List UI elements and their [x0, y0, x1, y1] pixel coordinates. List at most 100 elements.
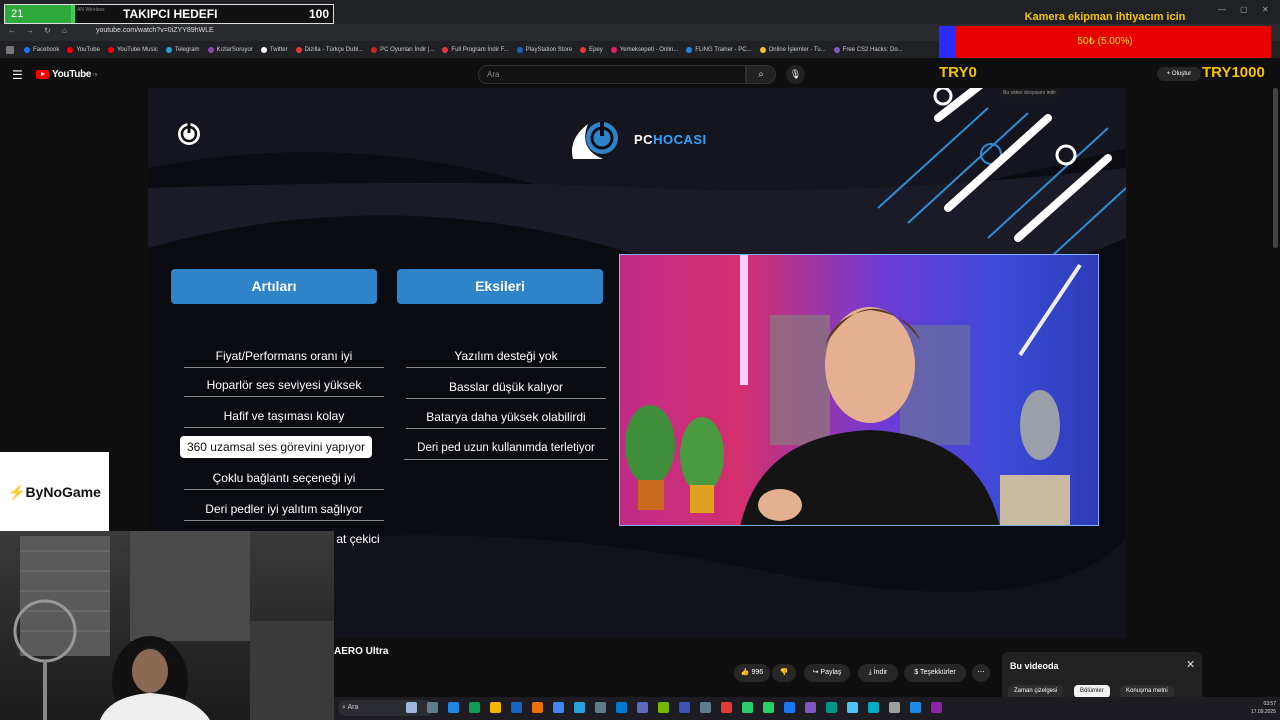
taskbar-app-icon[interactable] [616, 702, 627, 713]
taskbar-app-icon[interactable] [469, 702, 480, 713]
bookmark-label: Full Program İndir F... [451, 46, 509, 53]
bookmark-item[interactable]: Facebook [24, 46, 60, 53]
bookmark-item[interactable]: PlayStation Store [516, 46, 572, 53]
taskbar-app-icon[interactable] [553, 702, 564, 713]
like-button[interactable]: 👍 996 [734, 664, 770, 682]
bookmark-favicon-icon [107, 46, 114, 53]
bookmark-item[interactable]: YouTube [67, 46, 100, 53]
taskbar-app-icon[interactable] [910, 702, 921, 713]
close-icon[interactable]: ✕ [1186, 658, 1195, 671]
taskbar-app-icon[interactable] [742, 702, 753, 713]
bookmark-item[interactable]: Twitter [260, 46, 288, 53]
close-window-icon[interactable]: ✕ [1262, 5, 1269, 14]
brand-suffix: HOCASI [653, 132, 707, 147]
bookmark-item[interactable]: Full Program İndir F... [442, 46, 509, 53]
donation-max-label: TRY1000 [1202, 64, 1265, 81]
search-button[interactable]: ⌕ [746, 65, 776, 84]
sponsor-bolt-icon: ⚡ [8, 484, 26, 500]
taskbar-search-label: Ara [347, 704, 359, 711]
bookmark-item[interactable]: Telegram [165, 46, 200, 53]
youtube-logo[interactable]: YouTube TR [36, 69, 98, 80]
taskbar-search[interactable]: ⌕ Ara [338, 700, 434, 716]
taskbar-app-icon[interactable] [931, 702, 942, 713]
taskbar-app-icon[interactable] [574, 702, 585, 713]
donation-amount: 50₺ (5.00%) [1077, 36, 1133, 47]
bookmark-favicon-icon [371, 46, 378, 53]
taskbar-app-icon[interactable] [637, 702, 648, 713]
clock-date: 17.09.2025 [1250, 709, 1276, 715]
taskbar-app-icon[interactable] [532, 702, 543, 713]
taskbar-clock: 03:57 17.09.2025 [1236, 700, 1276, 716]
cons-header: Eksileri [397, 269, 603, 304]
taskbar-app-icon[interactable] [721, 702, 732, 713]
taskbar-app-icon[interactable] [427, 702, 438, 713]
taskbar-app-icon[interactable] [658, 702, 669, 713]
taskbar-app-icon[interactable] [700, 702, 711, 713]
reload-icon[interactable]: ↻ [44, 26, 51, 35]
like-count: 996 [751, 669, 764, 676]
bookmark-label: YouTube Music [116, 46, 158, 53]
home-icon[interactable]: ⌂ [62, 26, 67, 35]
thanks-button[interactable]: $ Teşekkürler [904, 664, 966, 682]
taskbar-app-icon[interactable] [847, 702, 858, 713]
bookmark-item[interactable]: Dizilla - Türkçe Dubl... [295, 46, 364, 53]
minimize-icon[interactable]: — [1218, 5, 1226, 14]
bookmark-item[interactable]: FLiNG Trainer - PC... [686, 46, 752, 53]
taskbar-app-icon[interactable] [889, 702, 900, 713]
bookmark-item[interactable]: KızlarSoruyor [207, 46, 253, 53]
con-item: Yazılım desteği yok [406, 345, 606, 368]
brand-prefix: PC [634, 132, 654, 147]
follower-count: 21 [5, 5, 71, 23]
voice-search-button[interactable]: 🎙 [786, 65, 805, 84]
more-actions-button[interactable]: ⋯ [972, 664, 990, 682]
dislike-button[interactable]: 👎 [772, 664, 796, 682]
search-input[interactable]: Ara [478, 65, 746, 84]
taskbar-app-icon[interactable] [448, 702, 459, 713]
back-icon[interactable]: ← [8, 26, 16, 35]
url-field[interactable]: youtube.com/watch?v=0iZYY89hWLE [96, 27, 214, 34]
pro-item: Fiyat/Performans oranı iyi [184, 345, 384, 368]
bookmark-item[interactable]: Online İşlemler - Tu... [759, 46, 826, 53]
bookmark-label: YouTube [76, 46, 100, 53]
taskbar-app-icon[interactable] [826, 702, 837, 713]
pro-item: Hoparlör ses seviyesi yüksek [184, 374, 384, 397]
taskbar-app-icon[interactable] [784, 702, 795, 713]
taskbar-app-icon[interactable] [805, 702, 816, 713]
apps-icon[interactable] [6, 45, 14, 54]
presenter-scene [625, 255, 1082, 525]
taskbar-app-icon[interactable] [763, 702, 774, 713]
bookmark-favicon-icon [516, 46, 523, 53]
bookmark-item[interactable]: Free CS2 Hacks: Do... [833, 46, 903, 53]
bookmark-favicon-icon [260, 46, 267, 53]
bookmark-favicon-icon [580, 46, 587, 53]
pro-item: Deri pedler iyi yalıtım sağlıyor [184, 498, 384, 521]
bookmark-favicon-icon [759, 46, 766, 53]
con-item: Deri ped uzun kullanımda terletiyor [404, 437, 608, 460]
bookmark-favicon-icon [686, 46, 693, 53]
share-button[interactable]: ↪ Paylaş [804, 664, 850, 682]
taskbar-app-icon[interactable] [679, 702, 690, 713]
bookmark-favicon-icon [610, 46, 617, 53]
taskbar-app-icon[interactable] [490, 702, 501, 713]
bookmark-item[interactable]: Epey [580, 46, 603, 53]
bookmark-item[interactable]: PC Oyunları İndir |... [371, 46, 434, 53]
taskbar-app-icon[interactable] [868, 702, 879, 713]
taskbar-app-icon[interactable] [511, 702, 522, 713]
pchocasi-logo-icon [572, 122, 618, 159]
bookmark-label: Facebook [33, 46, 60, 53]
create-button[interactable]: + Oluştur [1157, 67, 1201, 81]
maximize-icon[interactable]: ▢ [1240, 5, 1248, 14]
youtube-logo-text: YouTube [52, 69, 92, 80]
youtube-region: TR [92, 72, 98, 77]
page-scrollbar[interactable] [1273, 88, 1278, 248]
bookmark-label: Dizilla - Türkçe Dubl... [304, 46, 364, 53]
video-title: AERO Ultra [334, 646, 389, 657]
create-label: Oluştur [1171, 71, 1192, 77]
bookmark-item[interactable]: Yemeksepeti - Onlin... [610, 46, 678, 53]
bookmark-item[interactable]: YouTube Music [107, 46, 158, 53]
taskbar-app-icon[interactable] [595, 702, 606, 713]
taskbar-app-icon[interactable] [406, 702, 417, 713]
download-button[interactable]: ⤓ İndir [858, 664, 898, 682]
menu-icon[interactable]: ☰ [12, 68, 23, 82]
forward-icon[interactable]: → [26, 26, 34, 35]
